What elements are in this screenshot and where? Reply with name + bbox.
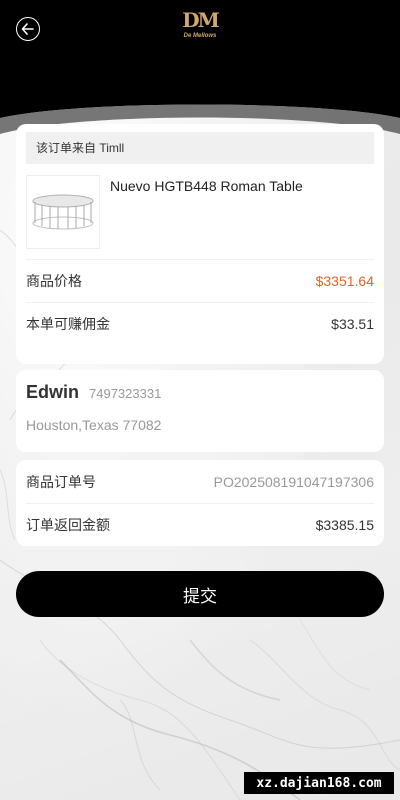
price-row: 商品价格 $3351.64 bbox=[26, 259, 374, 302]
order-source: 该订单来自 Timll bbox=[26, 132, 374, 164]
commission-row: 本单可赚佣金 $33.51 bbox=[26, 302, 374, 345]
price-value: $3351.64 bbox=[315, 273, 374, 289]
product-name: Nuevo HGTB448 Roman Table bbox=[110, 178, 303, 194]
refund-amount-label: 订单返回金额 bbox=[26, 517, 110, 533]
order-number-row: 商品订单号 PO2025081910471973​06 bbox=[26, 460, 374, 503]
logo-text: De Mellows bbox=[183, 33, 217, 39]
order-number-value: PO2025081910471973​06 bbox=[213, 473, 374, 490]
price-label: 商品价格 bbox=[26, 273, 82, 289]
recipient-address: Houston,Texas 77082 bbox=[26, 417, 162, 433]
recipient-phone: 7497323331 bbox=[89, 386, 162, 401]
app-header: DM De Mellows bbox=[0, 0, 400, 140]
product-row[interactable]: Nuevo HGTB448 Roman Table bbox=[26, 175, 374, 249]
back-button[interactable] bbox=[16, 17, 40, 41]
address-card[interactable]: Edwin 7497323331 Houston,Texas 77082 bbox=[16, 370, 384, 452]
watermark: xz.dajian168.com bbox=[244, 772, 394, 794]
commission-value: $33.51 bbox=[331, 316, 374, 332]
table-icon bbox=[32, 194, 94, 230]
order-number-label: 商品订单号 bbox=[26, 473, 96, 490]
recipient-name: Edwin bbox=[26, 382, 79, 402]
product-thumbnail bbox=[26, 175, 100, 249]
refund-amount-row: 订单返回金额 $3385.15 bbox=[26, 503, 374, 546]
refund-amount-value: $3385.15 bbox=[315, 517, 374, 533]
arrow-left-icon bbox=[21, 23, 34, 35]
submit-button[interactable]: 提交 bbox=[16, 571, 384, 617]
order-card: 商品订单号 PO2025081910471973​06 订单返回金额 $3385… bbox=[16, 460, 384, 546]
logo-mark: DM bbox=[182, 8, 220, 32]
commission-label: 本单可赚佣金 bbox=[26, 316, 110, 332]
brand-logo: DM De Mellows bbox=[178, 8, 222, 44]
product-card: 该订单来自 Timll Nuevo HGTB448 Roman Table 商品… bbox=[16, 124, 384, 364]
